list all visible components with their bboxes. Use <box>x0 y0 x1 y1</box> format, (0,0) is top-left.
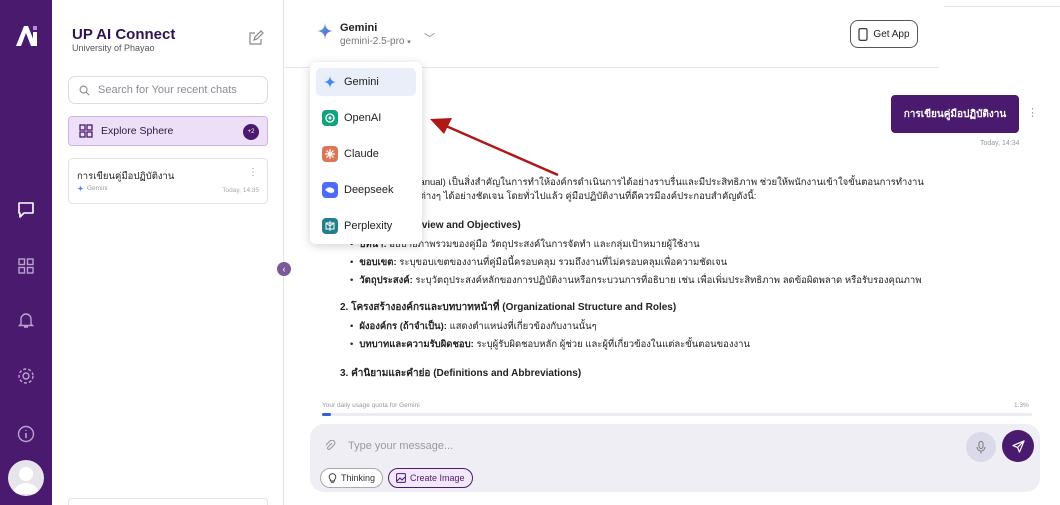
model-dropdown-menu: Gemini OpenAI Claude Deepseek Perplexity <box>310 62 422 244</box>
top-right-divider <box>944 6 1060 7</box>
get-app-button[interactable]: Get App <box>850 20 918 48</box>
list-term: ขอบเขต: <box>359 257 397 268</box>
chat-history-model-label: Gemini <box>87 185 108 192</box>
app-logo-icon[interactable] <box>14 24 40 48</box>
image-icon <box>396 473 406 483</box>
list-text: อธิบายภาพรวมของคู่มือ วัตถุประสงค์ในการจ… <box>389 239 700 250</box>
message-input[interactable]: Type your message... <box>348 440 453 452</box>
microphone-button[interactable] <box>966 432 996 462</box>
gemini-logo-icon <box>316 22 334 40</box>
reply-heading: 2. โครงสร้างองค์กรและบทบาทหน้าที่ (Organ… <box>340 302 677 313</box>
search-icon <box>79 85 90 95</box>
reply-list-item: • บทบาทและความรับผิดชอบ: ระบุผู้รับผิดชอ… <box>350 339 750 350</box>
model-option-claude[interactable]: Claude <box>316 140 416 168</box>
explore-sphere-button[interactable]: Explore Sphere +2 <box>68 116 268 146</box>
thinking-toggle[interactable]: Thinking <box>320 468 384 488</box>
quota-progress-bar <box>322 413 1032 416</box>
perplexity-icon <box>322 218 338 234</box>
model-option-perplexity[interactable]: Perplexity <box>316 212 416 240</box>
create-image-toggle[interactable]: Create Image <box>388 468 473 488</box>
phone-icon <box>858 27 868 41</box>
list-text: ระบุวัตถุประสงค์หลักของการปฏิบัติงานหรือ… <box>415 275 922 286</box>
model-option-gemini[interactable]: Gemini <box>316 68 416 96</box>
list-text: ระบุผู้รับผิดชอบหลัก ผู้ช่วย และผู้ที่เก… <box>476 339 750 350</box>
chat-icon[interactable] <box>16 200 36 220</box>
reply-list-item: • วัตถุประสงค์: ระบุวัตถุประสงค์หลักของก… <box>350 275 922 286</box>
chevron-down-icon: ﹀ <box>424 33 435 45</box>
top-bar: Gemini gemini-2.5-pro ▾ ﹀ Get App <box>284 0 939 68</box>
reply-paragraph: ตามเกณฑ์ที่กำหนดต่างๆ ได้อย่างชัดเจน โดย… <box>340 191 757 202</box>
list-text: ระบุขอบเขตของงานที่คู่มือนี้ครอบคลุม รวม… <box>399 257 728 268</box>
chat-main: Gemini gemini-2.5-pro ▾ ﹀ Get App Gemini… <box>284 0 1060 505</box>
chat-history-model: Gemini <box>77 185 108 192</box>
model-option-label: OpenAI <box>344 112 382 124</box>
reply-list-item: • ขอบเขต: ระบุขอบเขตของงานที่คู่มือนี้คร… <box>350 257 728 268</box>
chat-history-time: Today, 14:35 <box>222 187 259 194</box>
openai-icon <box>322 110 338 126</box>
model-option-label: Gemini <box>344 76 379 88</box>
reply-paragraph: ปฏิบัติงาน (Work Manual) เป็นสิ่งสำคัญใน… <box>340 177 924 188</box>
chat-options-icon[interactable]: ⋮ <box>248 167 258 178</box>
model-name: Gemini <box>340 22 378 34</box>
brand-title: UP AI Connect <box>72 26 176 43</box>
chat-search-input[interactable]: Search for Your recent chats <box>68 76 268 104</box>
thinking-label: Thinking <box>341 473 376 483</box>
claude-icon <box>322 146 338 162</box>
list-term: ผังองค์กร (ถ้าจำเป็น): <box>359 321 447 332</box>
brand-subtitle: University of Phayao <box>72 43 155 53</box>
info-icon[interactable] <box>16 424 36 444</box>
chat-history-title: การเขียนคู่มือปฏิบัติงาน <box>77 171 175 182</box>
attach-icon[interactable] <box>324 440 336 452</box>
message-composer: Type your message... Thinking Create Ima… <box>310 424 1040 492</box>
model-option-label: Perplexity <box>344 220 393 232</box>
reply-heading: 3. คำนิยามและคำย่อ (Definitions and Abbr… <box>340 368 582 379</box>
quota-progress-fill <box>322 413 332 416</box>
chat-sidebar: UP AI Connect University of Phayao Searc… <box>52 0 284 505</box>
user-message-time: Today, 14:34 <box>980 140 1020 147</box>
chat-history-item[interactable]: การเขียนคู่มือปฏิบัติงาน ⋮ Gemini Today,… <box>68 158 268 204</box>
grid-icon <box>79 124 93 138</box>
lightbulb-icon <box>328 473 337 483</box>
list-term: วัตถุประสงค์: <box>359 275 413 286</box>
quota-percent: 1.3% <box>1014 402 1029 409</box>
message-options-icon[interactable]: ⋮ <box>1027 106 1038 119</box>
user-message-bubble[interactable]: การเขียนคู่มือปฏิบัติงาน <box>891 95 1019 133</box>
bell-icon[interactable] <box>16 310 36 330</box>
deepseek-icon <box>322 182 338 198</box>
model-option-label: Claude <box>344 148 379 160</box>
model-option-label: Deepseek <box>344 184 394 196</box>
reply-list-item: • ผังองค์กร (ถ้าจำเป็น): แสดงตำแหน่งที่เ… <box>350 321 597 332</box>
list-text: แสดงตำแหน่งที่เกี่ยวข้องกับงานนั้นๆ <box>449 321 597 332</box>
list-term: บทบาทและความรับผิดชอบ: <box>359 339 474 350</box>
explore-sphere-label: Explore Sphere <box>101 125 174 137</box>
new-chat-icon[interactable] <box>248 30 264 46</box>
model-option-openai[interactable]: OpenAI <box>316 104 416 132</box>
explore-sphere-badge: +2 <box>243 124 259 140</box>
microphone-icon <box>976 440 986 453</box>
gemini-icon <box>322 74 338 90</box>
gemini-icon <box>77 185 84 192</box>
send-button[interactable] <box>1002 430 1034 462</box>
get-app-label: Get App <box>873 28 910 40</box>
settings-icon[interactable] <box>16 366 36 386</box>
send-icon <box>1011 439 1025 453</box>
version-caret-icon: ▾ <box>407 39 411 46</box>
model-option-deepseek[interactable]: Deepseek <box>316 176 416 204</box>
apps-icon[interactable] <box>16 256 36 276</box>
quota-label: Your daily usage quota for Gemini <box>322 402 420 409</box>
user-avatar[interactable] <box>8 460 44 496</box>
left-rail <box>0 0 52 505</box>
model-version: gemini-2.5-pro <box>340 36 405 47</box>
search-placeholder: Search for Your recent chats <box>98 84 237 96</box>
create-image-label: Create Image <box>410 473 465 483</box>
sidebar-footer-card <box>68 498 268 505</box>
model-selector[interactable]: Gemini gemini-2.5-pro ▾ ﹀ <box>316 22 435 47</box>
